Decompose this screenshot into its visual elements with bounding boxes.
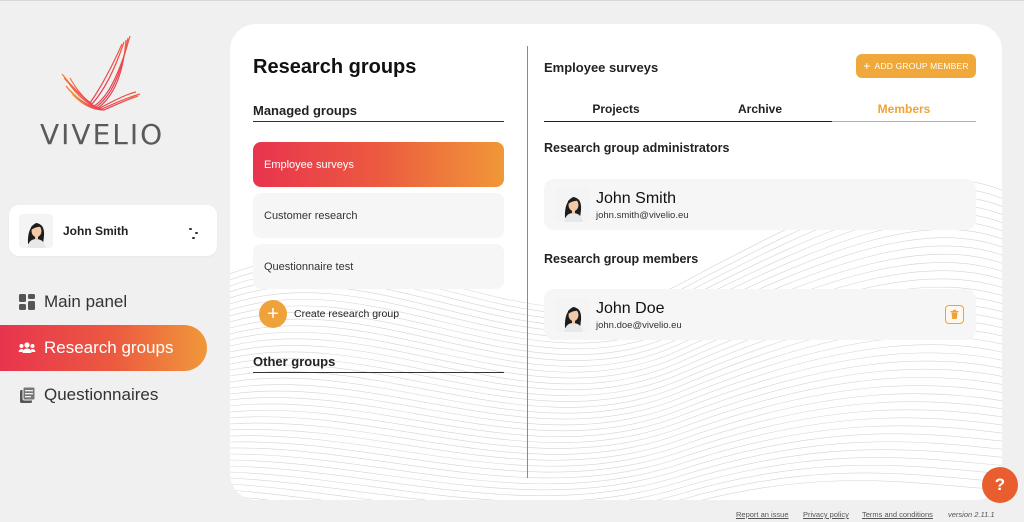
other-groups-heading: Other groups <box>253 354 504 373</box>
nav-label: Questionnaires <box>44 385 159 404</box>
nav-main-panel[interactable]: Main panel <box>0 279 207 325</box>
more-options-icon[interactable] <box>185 219 209 243</box>
user-card[interactable]: John Smith <box>9 205 217 256</box>
tab-projects[interactable]: Projects <box>544 100 688 122</box>
report-issue-link[interactable]: Report an issue <box>736 510 789 519</box>
trash-icon <box>950 309 959 319</box>
plus-icon: + <box>863 59 871 73</box>
tab-archive[interactable]: Archive <box>688 100 832 122</box>
group-label: Customer research <box>264 209 358 222</box>
tab-members[interactable]: Members <box>832 100 976 122</box>
member-card: John Doe john.doe@vivelio.eu <box>544 289 976 340</box>
member-email: john.doe@vivelio.eu <box>596 319 682 331</box>
footer-terms-link[interactable]: Terms and conditions <box>862 510 933 519</box>
create-label: Create research group <box>294 308 400 320</box>
dashboard-icon <box>18 293 36 311</box>
privacy-policy-link[interactable]: Privacy policy <box>803 510 849 519</box>
avatar <box>19 213 53 248</box>
managed-groups-heading: Managed groups <box>253 103 504 122</box>
avatar <box>556 297 590 332</box>
group-label: Questionnaire test <box>264 260 354 273</box>
footer-report-link[interactable]: Report an issue <box>736 510 789 519</box>
page-title: Research groups <box>253 56 417 78</box>
admin-email: john.smith@vivelio.eu <box>596 209 689 221</box>
people-icon <box>18 339 36 357</box>
members-heading: Research group members <box>544 252 699 266</box>
nav-questionnaires[interactable]: Questionnaires <box>0 372 207 418</box>
main-card: Research groups Managed groups Employee … <box>230 24 1002 500</box>
plus-icon: + <box>259 300 287 328</box>
add-group-member-button[interactable]: + ADD GROUP MEMBER <box>856 54 976 78</box>
panel-divider <box>527 46 528 478</box>
admin-name: John Smith <box>596 189 677 207</box>
admin-card: John Smith john.smith@vivelio.eu <box>544 179 976 230</box>
nav-label: Main panel <box>44 292 128 311</box>
remove-member-button[interactable] <box>945 305 964 324</box>
selected-group-title: Employee surveys <box>544 60 659 75</box>
create-research-group-button[interactable]: + Create research group <box>259 300 399 328</box>
documents-icon <box>18 386 36 404</box>
brand-name: VIVELIO <box>40 118 165 151</box>
footer-privacy-link[interactable]: Privacy policy <box>803 510 849 519</box>
nav-label: Research groups <box>44 338 174 357</box>
group-item-questionnaire-test[interactable]: Questionnaire test <box>253 244 504 289</box>
group-item-customer-research[interactable]: Customer research <box>253 193 504 238</box>
terms-link[interactable]: Terms and conditions <box>862 510 933 519</box>
user-name: John Smith <box>63 223 129 238</box>
admins-heading: Research group administrators <box>544 141 730 155</box>
add-member-label: ADD GROUP MEMBER <box>874 61 969 71</box>
top-border <box>0 0 1024 1</box>
group-item-employee-surveys[interactable]: Employee surveys <box>253 142 504 187</box>
group-label: Employee surveys <box>264 158 354 171</box>
version-label: version 2.11.1 <box>948 510 995 519</box>
group-tabs: Projects Archive Members <box>544 100 976 122</box>
help-button[interactable]: ? <box>982 467 1018 503</box>
member-name: John Doe <box>596 299 665 317</box>
avatar <box>556 187 590 222</box>
nav-research-groups[interactable]: Research groups <box>0 325 207 371</box>
